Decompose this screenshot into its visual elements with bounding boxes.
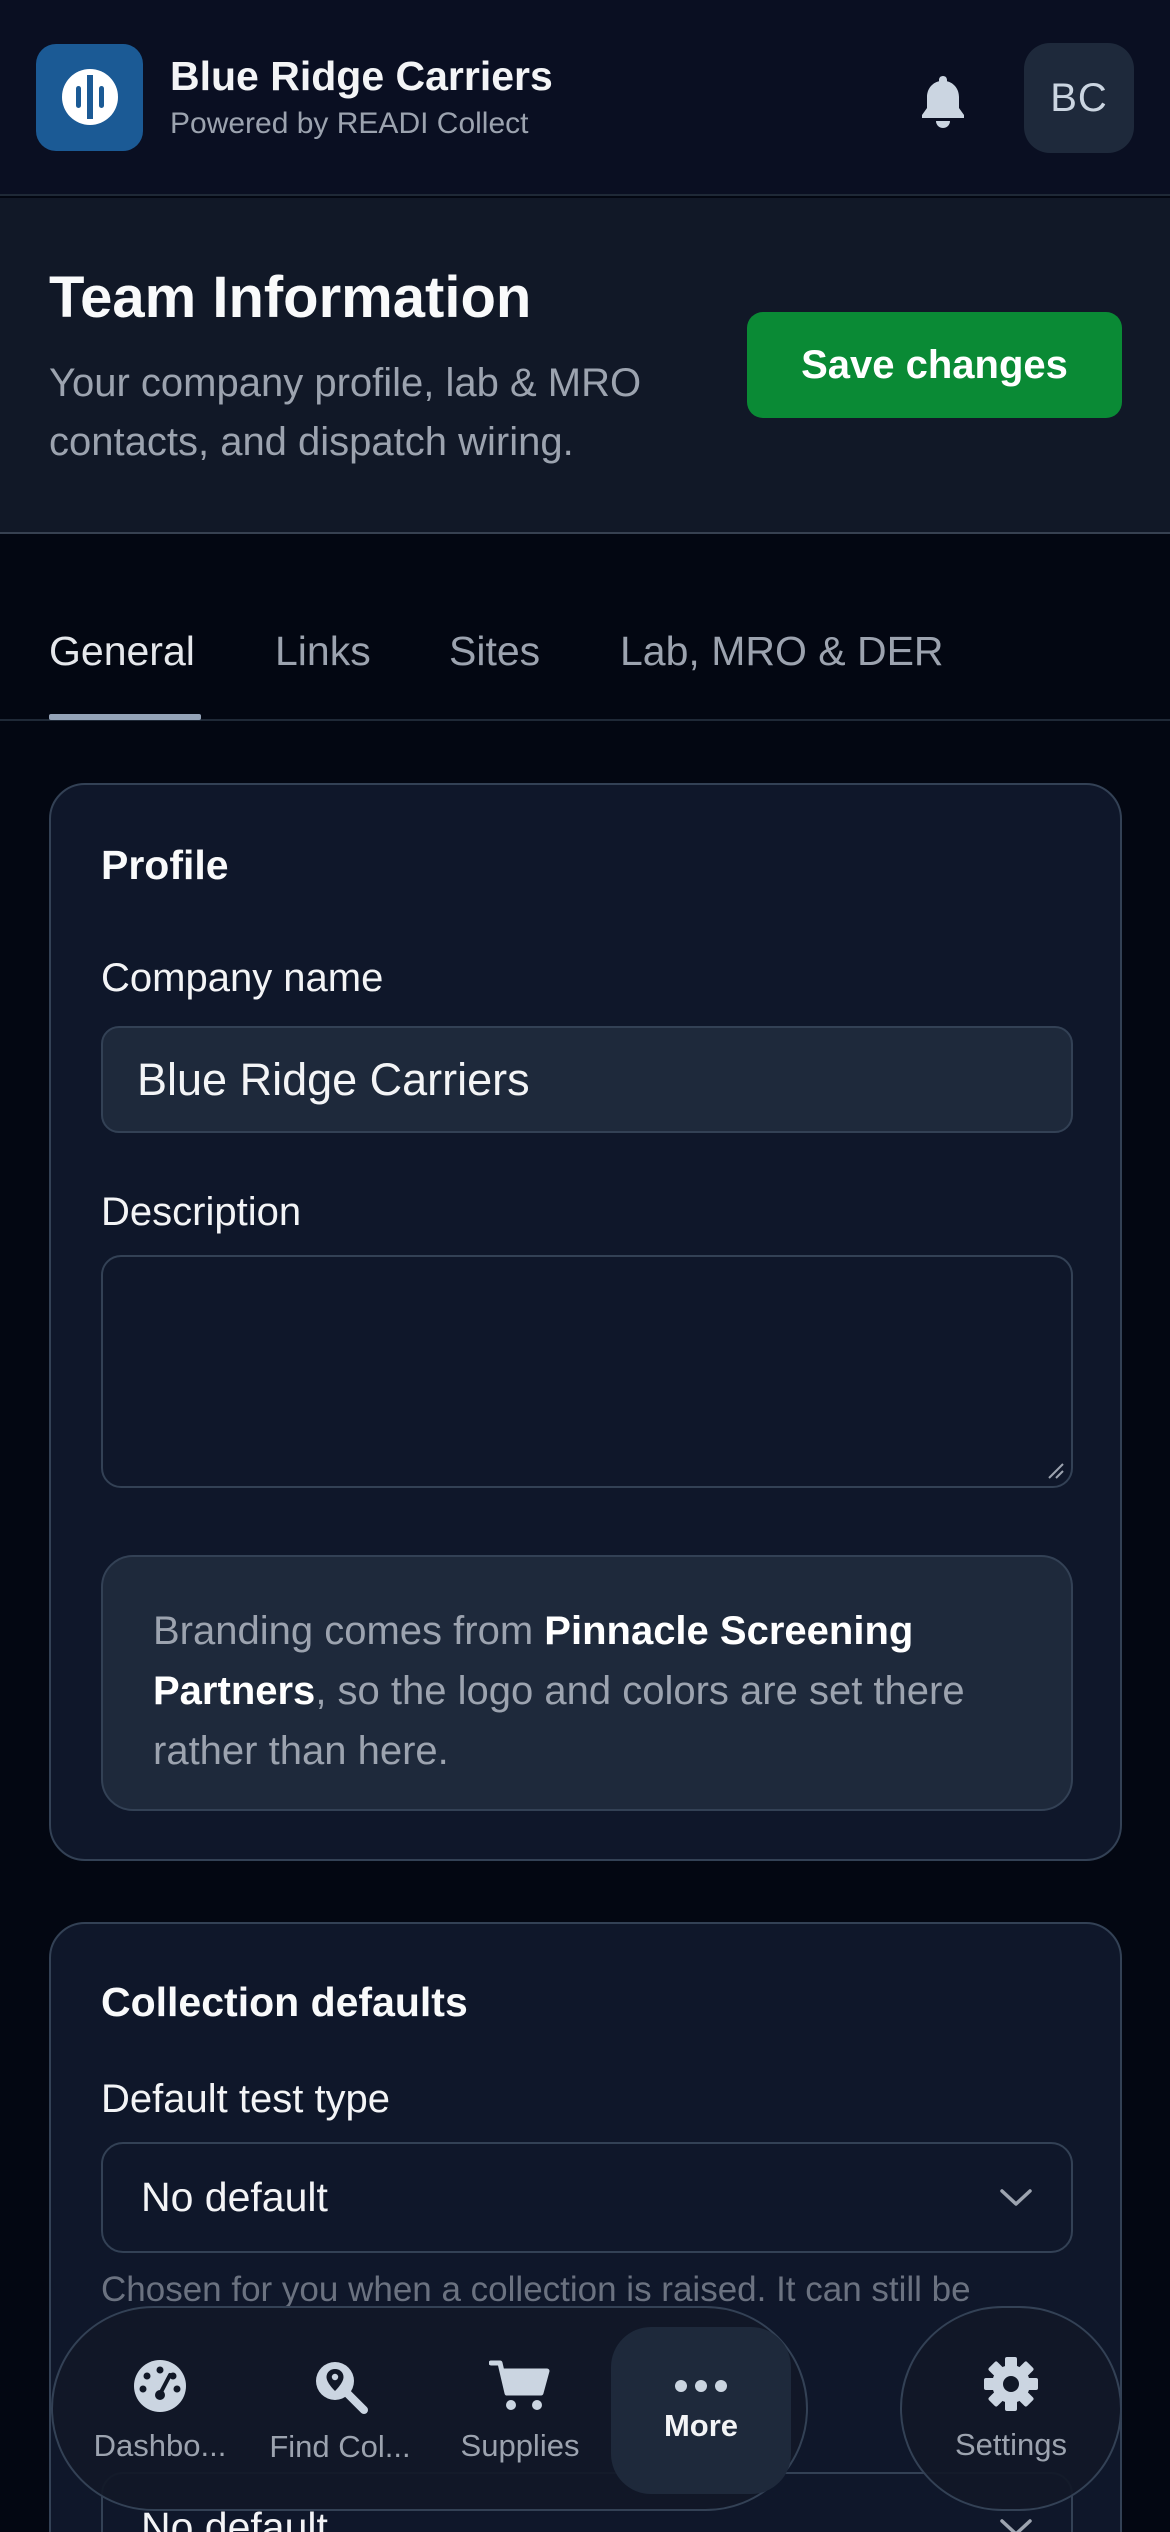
- app-logo: [36, 43, 143, 151]
- powered-by-text: Powered by READI Collect: [170, 106, 529, 140]
- app-header: Blue Ridge Carriers Powered by READI Col…: [0, 0, 1170, 196]
- chevron-down-icon: [1000, 2188, 1032, 2206]
- description-label: Description: [101, 1190, 302, 1234]
- logo-icon: [61, 69, 118, 125]
- default-test-type-select[interactable]: No default: [101, 2142, 1073, 2253]
- avatar[interactable]: BC: [1024, 43, 1134, 153]
- tab-general[interactable]: General: [49, 628, 195, 675]
- branding-notice: Branding comes from Pinnacle Screening P…: [101, 1555, 1073, 1811]
- brand-block: Blue Ridge Carriers Powered by READI Col…: [170, 53, 553, 140]
- company-name-input[interactable]: Blue Ridge Carriers: [101, 1026, 1073, 1133]
- page-description: Your company profile, lab & MRO contacts…: [49, 361, 642, 464]
- tab-bar: General Links Sites Lab, MRO & DER: [0, 536, 1170, 721]
- nav-more-label: More: [663, 2407, 739, 2443]
- branding-prefix: Branding comes from: [153, 1609, 545, 1653]
- collection-defaults-heading: Collection defaults: [101, 1979, 468, 2025]
- profile-heading: Profile: [101, 842, 229, 888]
- description-textarea[interactable]: [101, 1255, 1073, 1488]
- tab-lab-mro-der[interactable]: Lab, MRO & DER: [620, 628, 944, 675]
- nav-dashboard[interactable]: Dashbo...: [70, 2308, 250, 2513]
- nav-settings-label: Settings: [954, 2426, 1067, 2462]
- active-tab-indicator: [49, 714, 201, 720]
- nav-dashboard-label: Dashbo...: [93, 2427, 227, 2463]
- nav-settings[interactable]: Settings: [900, 2306, 1122, 2511]
- bottom-nav: Dashbo... Find Col... Supplies More: [51, 2306, 808, 2511]
- chevron-down-icon: [1000, 2518, 1032, 2532]
- nav-more[interactable]: More: [611, 2308, 791, 2513]
- tab-sites[interactable]: Sites: [449, 628, 540, 675]
- location-search-icon: [316, 2361, 368, 2414]
- nav-supplies-label: Supplies: [460, 2427, 580, 2463]
- nav-find-collector[interactable]: Find Col...: [250, 2308, 430, 2513]
- page-title: Team Information: [49, 265, 532, 330]
- gauge-icon: [134, 2359, 186, 2412]
- test-type-helper-text: Chosen for you when a collection is rais…: [101, 2270, 971, 2309]
- tab-links[interactable]: Links: [275, 628, 371, 675]
- default-test-type-label: Default test type: [101, 2077, 391, 2121]
- gear-icon: [984, 2356, 1038, 2411]
- bell-icon: [922, 76, 964, 128]
- default-test-type-value: No default: [141, 2174, 328, 2220]
- save-changes-button[interactable]: Save changes: [747, 312, 1122, 418]
- page-header: Team Information Your company profile, l…: [0, 198, 1170, 534]
- resize-handle-icon[interactable]: [1043, 1458, 1065, 1480]
- nav-find-collector-label: Find Col...: [269, 2428, 411, 2464]
- nav-supplies[interactable]: Supplies: [430, 2308, 610, 2513]
- company-name-label: Company name: [101, 956, 384, 1000]
- notifications-button[interactable]: [910, 68, 976, 134]
- cart-icon: [489, 2360, 550, 2410]
- profile-card: Profile Company name Blue Ridge Carriers…: [49, 783, 1122, 1861]
- more-dots-icon: [675, 2379, 727, 2392]
- company-title: Blue Ridge Carriers: [170, 53, 553, 100]
